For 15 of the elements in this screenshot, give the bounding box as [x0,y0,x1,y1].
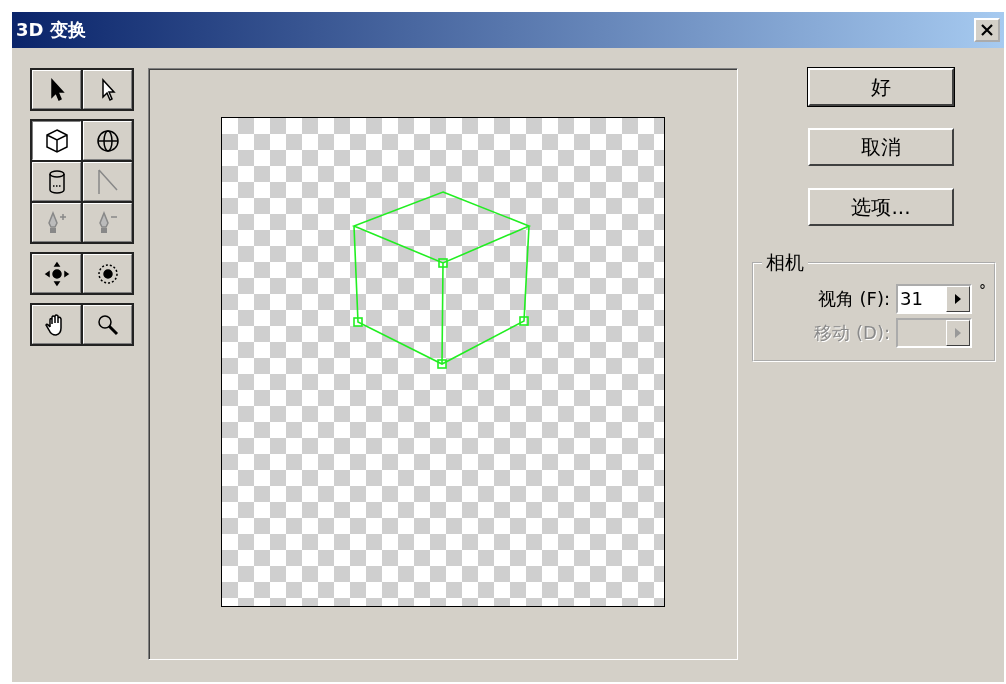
dialog-button[interactable]: 取消 [808,128,954,166]
close-button[interactable] [974,18,1000,42]
unit-label: ° [979,282,986,298]
close-icon [980,24,994,36]
dialog-button[interactable]: 选项... [808,188,954,226]
field-label: 视角 (F): [817,287,890,311]
tool-button[interactable] [32,121,81,160]
caret-icon [955,328,961,338]
group-label: 相机 [765,250,805,275]
arrow-button[interactable] [946,286,970,312]
dialog-button[interactable]: 好 [808,68,954,106]
field-label: 移动 (D): [814,321,890,345]
number-field[interactable]: 31 [896,284,972,314]
caret-icon [955,294,961,304]
window-title: 3D 变换 [16,18,86,42]
